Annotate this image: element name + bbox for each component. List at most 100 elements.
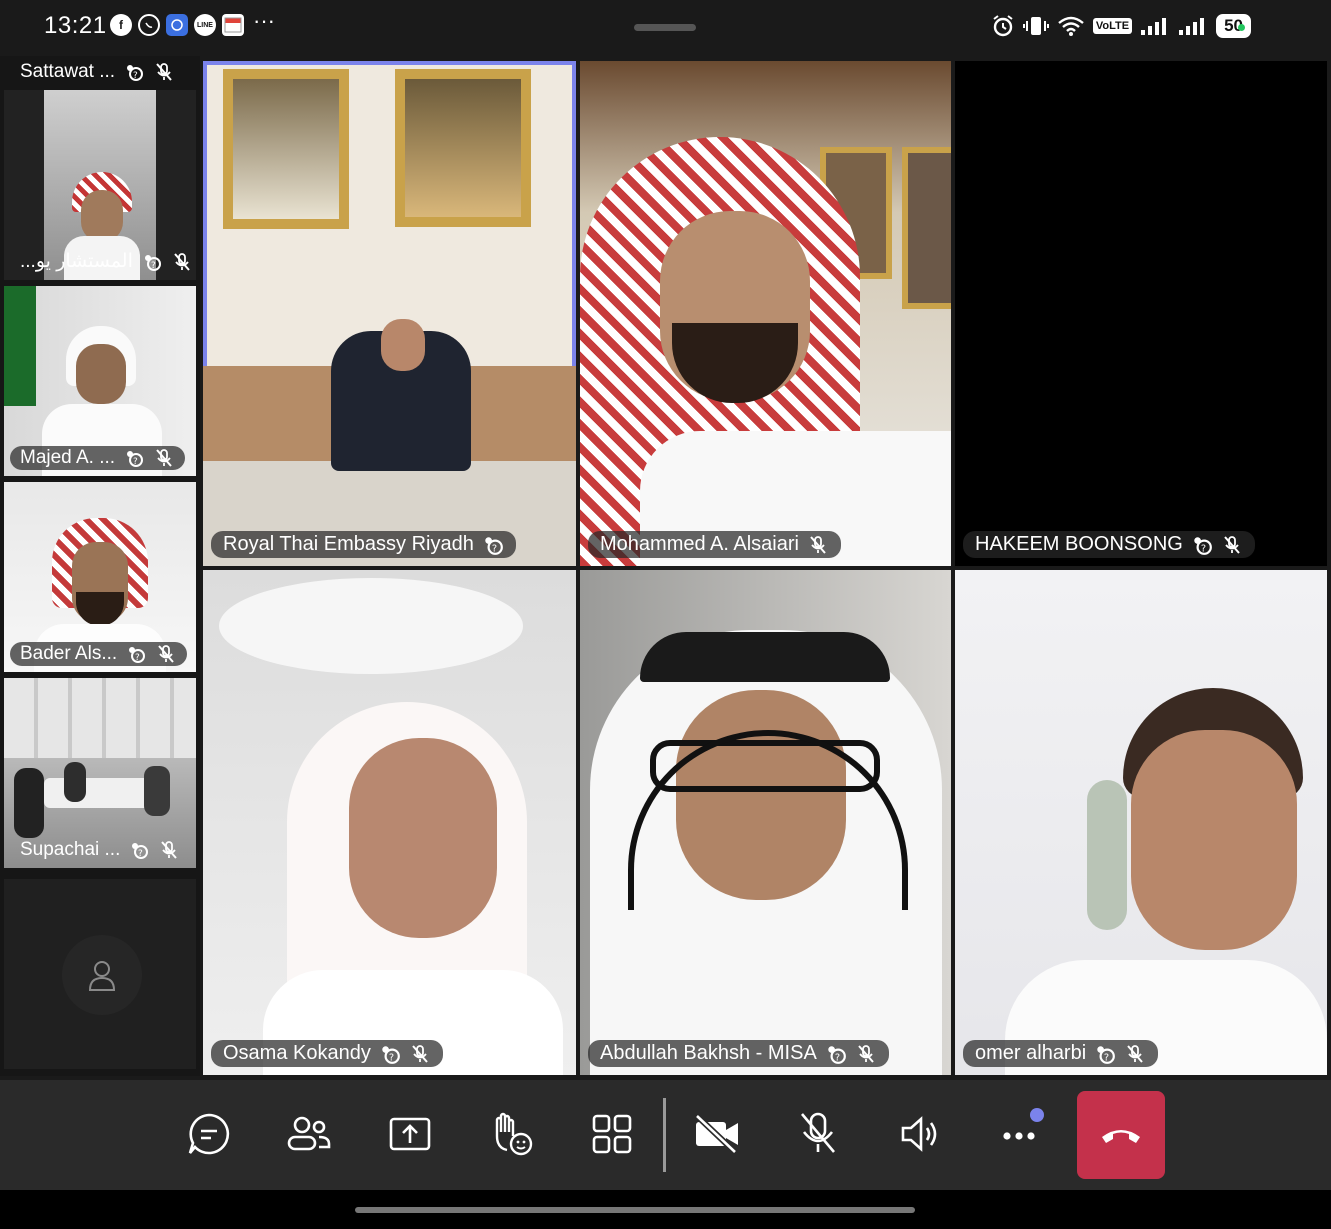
- participant-tile[interactable]: Sattawat ... ?: [4, 56, 196, 86]
- participant-sidebar[interactable]: Sattawat ... ? المستشار يو... ? Majed A.…: [0, 56, 200, 1076]
- unknown-audio-icon: ?: [123, 447, 145, 469]
- participant-tile[interactable]: omer alharbi ?: [955, 570, 1327, 1075]
- svg-text:?: ?: [135, 653, 140, 663]
- participant-label: Sattawat ... ?: [10, 60, 185, 84]
- unknown-audio-icon: ?: [141, 251, 163, 273]
- clock: 13:21: [44, 12, 107, 39]
- participant-tile[interactable]: Mohammed A. Alsaiari: [580, 61, 951, 566]
- portrait-frame: [223, 69, 349, 229]
- svg-text:?: ?: [138, 849, 143, 859]
- mic-off-icon: [153, 447, 175, 469]
- participant-label: Supachai ... ?: [10, 838, 190, 862]
- speaker-button[interactable]: [887, 1102, 951, 1166]
- svg-text:?: ?: [133, 71, 138, 81]
- privacy-indicator-dot: [1238, 24, 1245, 31]
- mic-off-icon: [1124, 1043, 1146, 1065]
- participant-name: Mohammed A. Alsaiari: [600, 533, 799, 555]
- unknown-audio-icon: ?: [379, 1043, 401, 1065]
- camera-toggle-button[interactable]: [685, 1102, 749, 1166]
- mic-off-icon: [158, 839, 180, 861]
- camera-off-icon: [694, 1114, 738, 1154]
- battery-indicator: 50: [1216, 14, 1251, 38]
- participant-tile[interactable]: Osama Kokandy ?: [203, 570, 576, 1075]
- view-layout-button[interactable]: [580, 1102, 644, 1166]
- participant-label: HAKEEM BOONSONG ?: [963, 531, 1255, 558]
- grid-view-icon: [592, 1114, 632, 1154]
- flag-background: [4, 286, 36, 406]
- unknown-audio-icon: ?: [1094, 1043, 1116, 1065]
- mic-off-icon: [801, 1112, 835, 1153]
- unknown-audio-icon: ?: [128, 839, 150, 861]
- participant-tile[interactable]: Majed A. ... ?: [4, 286, 196, 476]
- participant-face: [349, 738, 497, 938]
- headphones: [1087, 780, 1127, 930]
- toolbar-divider: [663, 1098, 666, 1172]
- office-background: [4, 678, 196, 758]
- participant-label: Mohammed A. Alsaiari: [588, 531, 841, 558]
- mic-toggle-button[interactable]: [786, 1102, 850, 1166]
- svg-text:?: ?: [1104, 1052, 1109, 1063]
- portrait-frame: [395, 69, 531, 227]
- participant-name: Sattawat ...: [20, 61, 116, 82]
- participant-tile-active[interactable]: Royal Thai Embassy Riyadh ?: [203, 61, 576, 566]
- calendar-icon: [222, 14, 244, 36]
- chat-button[interactable]: [177, 1102, 241, 1166]
- svg-text:?: ?: [835, 1052, 840, 1063]
- participant-name: المستشار يو...: [20, 251, 133, 272]
- participant-label: omer alharbi ?: [963, 1040, 1159, 1067]
- more-notifications-icon: ···: [253, 8, 275, 33]
- participant-label: المستشار يو... ?: [10, 249, 196, 274]
- unknown-audio-icon: ?: [482, 534, 504, 556]
- participant-tile[interactable]: Abdullah Bakhsh - MISA ?: [580, 570, 951, 1075]
- leave-call-button[interactable]: [1077, 1091, 1165, 1179]
- participant-tile[interactable]: Supachai ... ?: [4, 678, 196, 868]
- people-button[interactable]: [277, 1102, 341, 1166]
- more-participants-slot[interactable]: [4, 879, 196, 1069]
- unknown-audio-icon: ?: [123, 61, 145, 83]
- participant-face: [1131, 730, 1297, 950]
- participant-name: Royal Thai Embassy Riyadh: [223, 533, 474, 555]
- participant-name: Abdullah Bakhsh - MISA: [600, 1042, 817, 1064]
- share-screen-button[interactable]: [378, 1102, 442, 1166]
- svg-text:?: ?: [151, 261, 156, 271]
- unknown-audio-icon: ?: [1191, 534, 1213, 556]
- mic-off-icon: [1221, 534, 1243, 556]
- unknown-audio-icon: ?: [825, 1043, 847, 1065]
- ai-app-icon: [166, 14, 188, 36]
- more-options-button[interactable]: [988, 1102, 1052, 1166]
- participant-tile[interactable]: المستشار يو... ?: [4, 90, 196, 280]
- mic-off-icon: [171, 251, 193, 273]
- window-handle[interactable]: [634, 24, 696, 31]
- participant-tile-video-off[interactable]: HAKEEM BOONSONG ?: [955, 61, 1327, 566]
- chat-icon: [188, 1113, 230, 1155]
- people-icon: [287, 1116, 331, 1151]
- mic-off-icon: [155, 643, 177, 665]
- svg-text:?: ?: [492, 543, 497, 554]
- svg-text:?: ?: [133, 457, 138, 467]
- status-bar: 13:21 f LINE ··· VoLTE 50: [0, 0, 1331, 56]
- system-icons: VoLTE 50: [991, 14, 1251, 38]
- share-icon: [389, 1117, 431, 1151]
- notification-icons: f LINE: [110, 14, 244, 36]
- participant-name: Bader Als...: [20, 643, 118, 664]
- volte-indicator: VoLTE: [1092, 18, 1133, 34]
- hang-up-icon: [1102, 1130, 1140, 1143]
- mic-off-icon: [409, 1043, 431, 1065]
- participant-label: Bader Als... ?: [10, 642, 188, 666]
- participant-name: omer alharbi: [975, 1042, 1087, 1064]
- speaker-icon: [901, 1116, 937, 1152]
- participant-tile[interactable]: Bader Als... ?: [4, 482, 196, 672]
- react-button[interactable]: [479, 1102, 543, 1166]
- home-gesture-handle[interactable]: [355, 1207, 915, 1213]
- wifi-icon: [1058, 16, 1084, 36]
- person-icon: [88, 961, 116, 991]
- mic-off-icon: [807, 534, 829, 556]
- system-nav-bar: [0, 1190, 1331, 1229]
- participant-name: Supachai ...: [20, 839, 121, 860]
- agal: [640, 632, 890, 682]
- speaker-face: [381, 319, 425, 371]
- unknown-audio-icon: ?: [125, 643, 147, 665]
- mic-off-icon: [855, 1043, 877, 1065]
- participant-name: Osama Kokandy: [223, 1042, 371, 1064]
- meeting-toolbar: [0, 1080, 1331, 1190]
